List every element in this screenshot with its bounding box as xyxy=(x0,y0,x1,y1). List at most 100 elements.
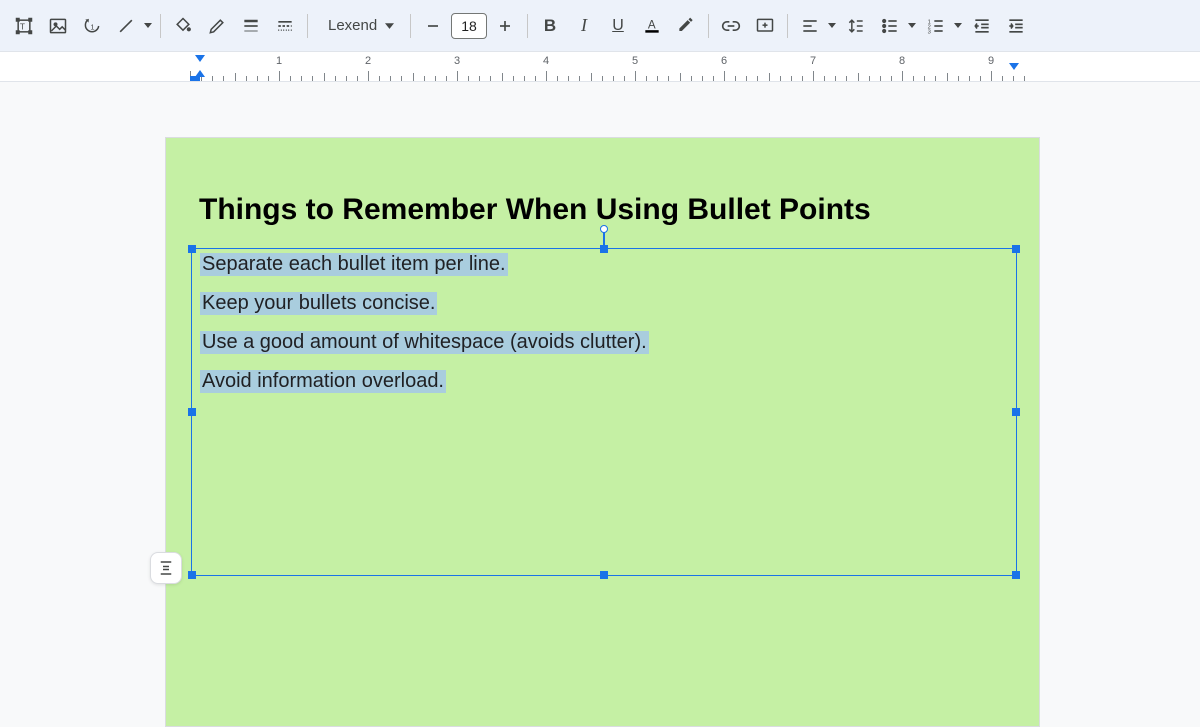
numbered-list-dropdown[interactable] xyxy=(952,23,964,28)
ruler-tick xyxy=(591,73,592,81)
bullet-line[interactable]: Use a good amount of whitespace (avoids … xyxy=(200,331,649,354)
resize-handle-ml[interactable] xyxy=(188,408,196,416)
ruler-tick xyxy=(401,76,402,81)
ruler-tick xyxy=(735,76,736,81)
ruler-tick xyxy=(713,76,714,81)
slide[interactable]: Things to Remember When Using Bullet Poi… xyxy=(165,137,1040,727)
bullet-line[interactable]: Avoid information overload. xyxy=(200,370,446,393)
ruler-tick xyxy=(791,76,792,81)
ruler-tick xyxy=(858,73,859,81)
add-comment-button[interactable] xyxy=(749,10,781,42)
numbered-list-button[interactable]: 123 xyxy=(920,10,952,42)
svg-text:T: T xyxy=(20,21,25,31)
ruler-tick xyxy=(846,76,847,81)
ruler-tick xyxy=(546,71,547,81)
ruler-tick xyxy=(368,71,369,81)
increase-indent-button[interactable] xyxy=(1000,10,1032,42)
ruler-tick xyxy=(668,76,669,81)
bulleted-list-button[interactable] xyxy=(874,10,906,42)
ruler-tick xyxy=(424,76,425,81)
resize-handle-mr[interactable] xyxy=(1012,408,1020,416)
ruler-tick xyxy=(502,73,503,81)
image-icon[interactable] xyxy=(42,10,74,42)
font-family-selector[interactable]: Lexend xyxy=(314,10,404,42)
ruler-tick xyxy=(579,76,580,81)
align-button[interactable] xyxy=(794,10,826,42)
svg-text:A: A xyxy=(648,18,656,31)
line-dash-icon[interactable] xyxy=(269,10,301,42)
insert-link-button[interactable] xyxy=(715,10,747,42)
bold-button[interactable]: B xyxy=(534,10,566,42)
ruler-tick xyxy=(869,76,870,81)
ruler-tick xyxy=(769,73,770,81)
ruler-tick xyxy=(301,76,302,81)
ruler-tick xyxy=(357,76,358,81)
line-tool-dropdown[interactable] xyxy=(142,23,154,28)
line-spacing-button[interactable] xyxy=(840,10,872,42)
textbox-resize-icon[interactable]: T xyxy=(8,10,40,42)
ruler-tick xyxy=(646,76,647,81)
decrease-font-size-button[interactable] xyxy=(417,10,449,42)
ruler-tick xyxy=(235,73,236,81)
slide-title[interactable]: Things to Remember When Using Bullet Poi… xyxy=(199,193,871,227)
resize-handle-tm[interactable] xyxy=(600,245,608,253)
ruler-number: 2 xyxy=(365,55,371,67)
highlight-color-button[interactable] xyxy=(670,10,702,42)
ruler-tick xyxy=(969,76,970,81)
ruler-tick xyxy=(902,71,903,81)
first-line-indent-marker[interactable] xyxy=(195,55,205,62)
separator xyxy=(527,14,528,38)
resize-handle-tl[interactable] xyxy=(188,245,196,253)
ruler-tick xyxy=(613,76,614,81)
ruler-tick xyxy=(246,76,247,81)
body-textbox[interactable]: Separate each bullet item per line. Keep … xyxy=(191,248,1017,576)
align-dropdown[interactable] xyxy=(826,23,838,28)
ruler-tick xyxy=(980,76,981,81)
font-name-label: Lexend xyxy=(328,17,377,34)
increase-font-size-button[interactable] xyxy=(489,10,521,42)
ruler-tick xyxy=(724,71,725,81)
slide-canvas[interactable]: Things to Remember When Using Bullet Poi… xyxy=(0,82,1200,706)
resize-handle-br[interactable] xyxy=(1012,571,1020,579)
font-size-input[interactable]: 18 xyxy=(451,13,487,39)
ruler-tick xyxy=(457,71,458,81)
text-color-button[interactable]: A xyxy=(636,10,668,42)
ruler-tick xyxy=(924,76,925,81)
italic-button[interactable]: I xyxy=(568,10,600,42)
ruler-tick xyxy=(702,76,703,81)
bullet-line[interactable]: Keep your bullets concise. xyxy=(200,292,437,315)
pen-icon[interactable] xyxy=(201,10,233,42)
line-tool-icon[interactable] xyxy=(110,10,142,42)
ruler[interactable]: 123456789 xyxy=(0,52,1200,82)
ruler-tick xyxy=(1024,76,1025,81)
ruler-tick xyxy=(557,76,558,81)
bullet-line[interactable]: Separate each bullet item per line. xyxy=(200,253,508,276)
resize-handle-bl[interactable] xyxy=(188,571,196,579)
ruler-tick xyxy=(746,76,747,81)
underline-button[interactable]: U xyxy=(602,10,634,42)
line-weight-icon[interactable] xyxy=(235,10,267,42)
decrease-indent-button[interactable] xyxy=(966,10,998,42)
ruler-tick xyxy=(257,76,258,81)
ruler-tick xyxy=(290,76,291,81)
ruler-tick xyxy=(390,76,391,81)
vertical-align-button[interactable] xyxy=(150,552,182,584)
shape-rotate-icon[interactable]: 1 xyxy=(76,10,108,42)
ruler-tick xyxy=(223,76,224,81)
resize-handle-bm[interactable] xyxy=(600,571,608,579)
ruler-tick xyxy=(312,76,313,81)
ruler-number: 4 xyxy=(543,55,549,67)
ruler-tick xyxy=(635,71,636,81)
ruler-tick xyxy=(680,73,681,81)
bulleted-list-dropdown[interactable] xyxy=(906,23,918,28)
ruler-tick xyxy=(780,76,781,81)
left-indent-base[interactable] xyxy=(190,76,200,81)
ruler-tick xyxy=(324,73,325,81)
right-indent-marker[interactable] xyxy=(1009,63,1019,70)
ruler-number: 5 xyxy=(632,55,638,67)
ruler-number: 9 xyxy=(988,55,994,67)
rotation-handle[interactable] xyxy=(600,225,608,233)
resize-handle-tr[interactable] xyxy=(1012,245,1020,253)
fill-color-icon[interactable] xyxy=(167,10,199,42)
ruler-number: 7 xyxy=(810,55,816,67)
